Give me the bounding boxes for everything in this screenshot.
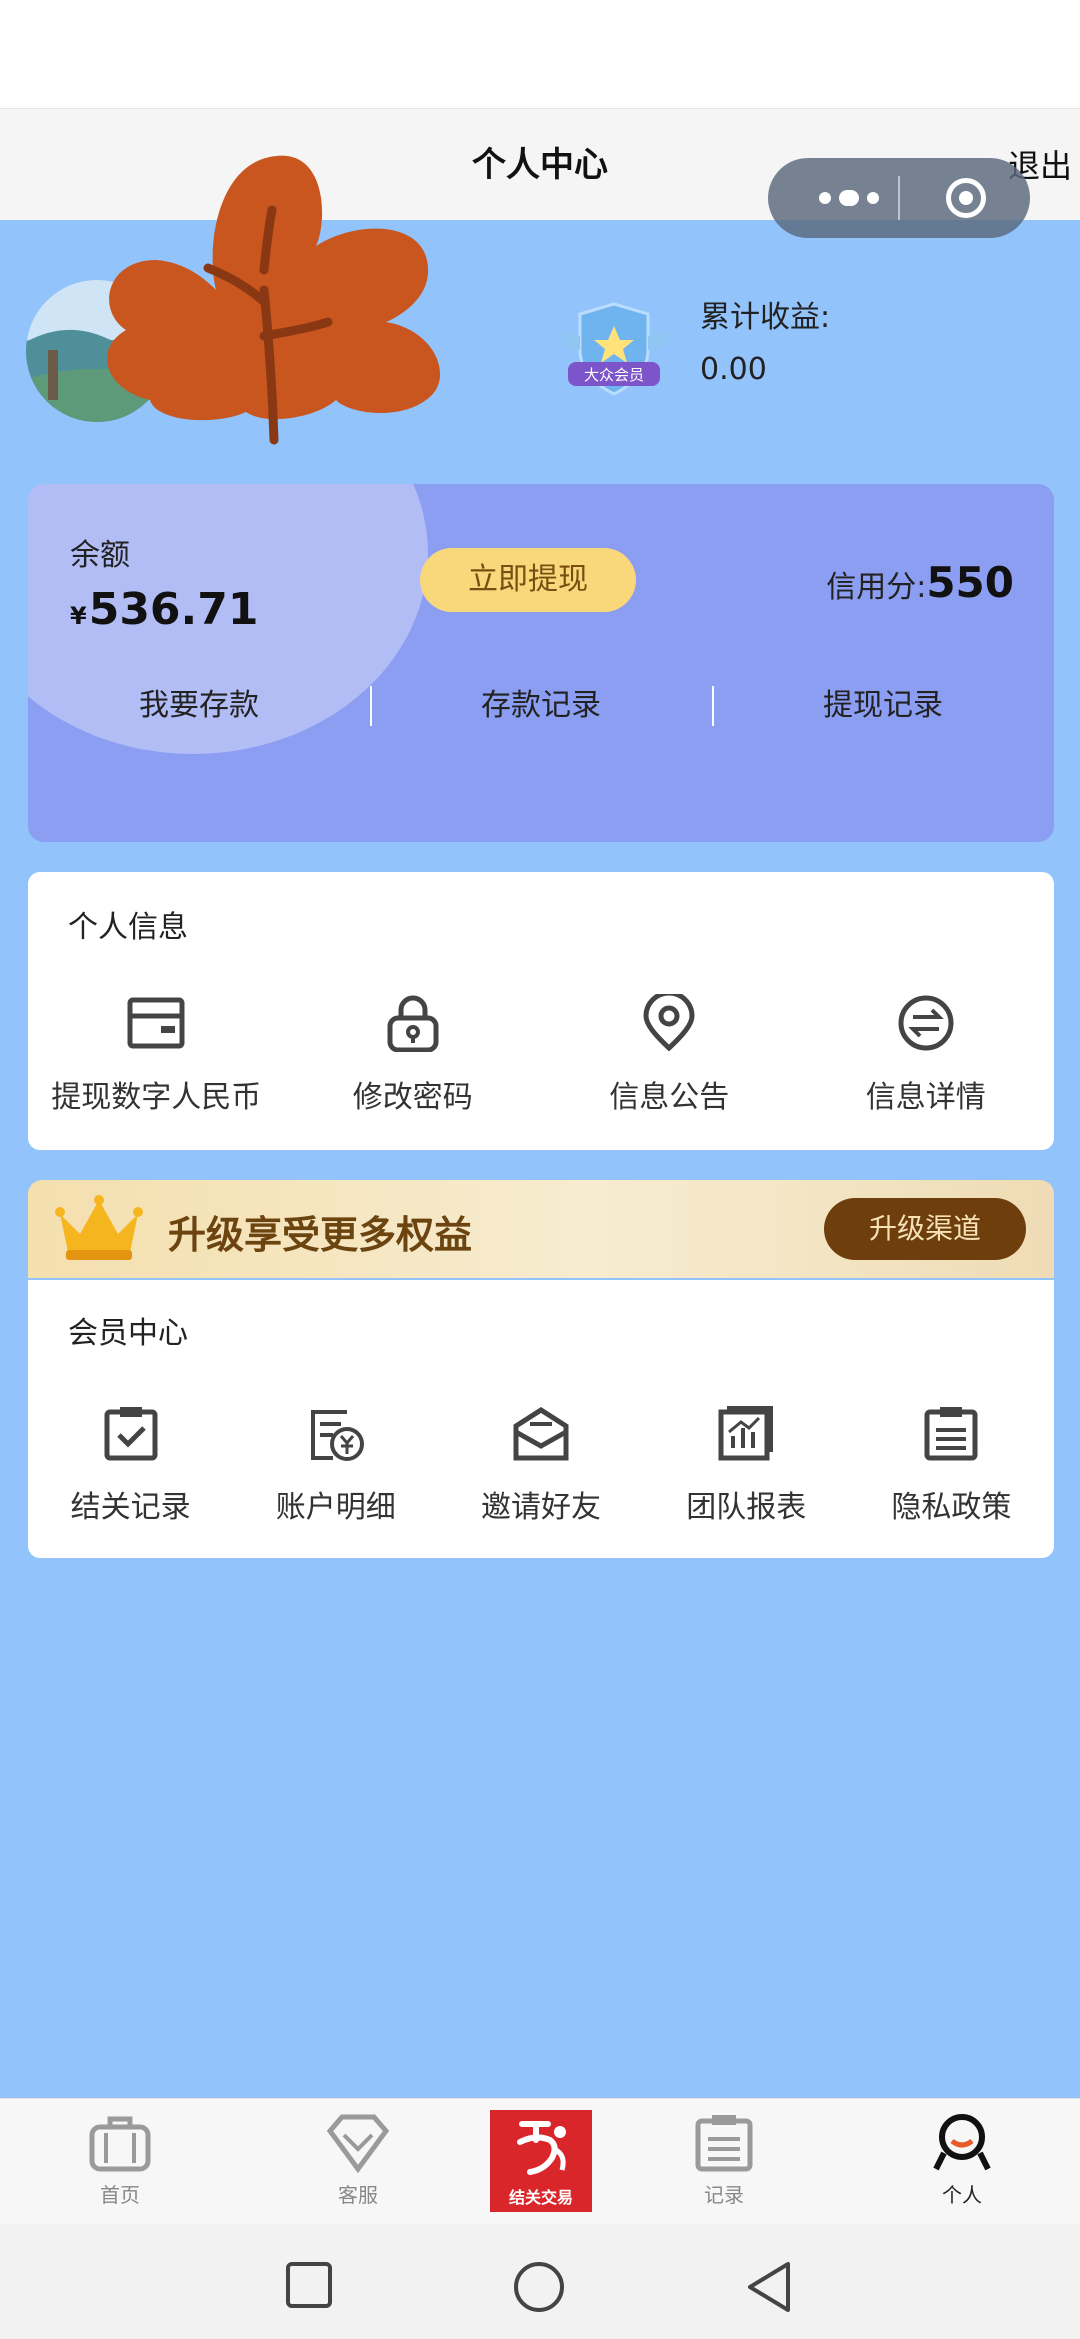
account-details-item[interactable]: 账户明细 (233, 1404, 438, 1526)
item-label: 邀请好友 (481, 1490, 601, 1525)
withdraw-digital-rmb-item[interactable]: 提现数字人民币 (28, 994, 285, 1116)
earnings-value: 0.00 (700, 352, 767, 387)
withdraw-records-button[interactable]: 提现记录 (712, 682, 1054, 730)
info-details-item[interactable]: 信息详情 (798, 994, 1055, 1116)
item-label: 信息详情 (865, 1080, 986, 1115)
balance-card: 余额 ¥536.71 立即提现 信用分:550 我要存款 存款记录 提现记录 (28, 484, 1054, 842)
trade-center-label: 结关交易 (508, 2188, 573, 2207)
clearance-records-item[interactable]: 结关记录 (28, 1404, 233, 1526)
upgrade-banner: 升级享受更多权益 升级渠道 (28, 1180, 1054, 1278)
item-label: 结关记录 (70, 1490, 191, 1525)
status-bar-area (0, 0, 1080, 108)
briefcase-icon (89, 2116, 151, 2172)
bill-yen-icon (310, 1410, 364, 1461)
home-icon[interactable] (512, 2260, 566, 2314)
tab-profile[interactable]: 个人 (892, 2113, 1032, 2208)
crown-icon (55, 1195, 143, 1260)
brand-logo-icon (517, 2121, 566, 2175)
upgrade-text: 升级享受更多权益 (168, 1213, 473, 1257)
personal-info-title: 个人信息 (68, 910, 188, 945)
location-pin-icon (643, 994, 695, 1052)
back-icon[interactable] (744, 2260, 794, 2314)
balance-value: 536.71 (88, 584, 259, 635)
system-nav-bar (0, 2224, 1080, 2339)
leaf-sticker-icon (107, 155, 441, 445)
document-list-icon (924, 1407, 978, 1461)
tab-customer-service[interactable]: 客服 (288, 2113, 428, 2208)
credit-score: 信用分:550 (826, 558, 1014, 607)
capsule-divider (898, 176, 900, 220)
recent-apps-icon[interactable] (284, 2260, 334, 2310)
credit-label: 信用分: (826, 570, 927, 605)
item-label: 账户明细 (275, 1490, 396, 1525)
withdraw-button[interactable]: 立即提现 (420, 548, 636, 612)
balance-actions: 我要存款 存款记录 提现记录 (28, 682, 1054, 730)
more-menu-icon[interactable] (804, 178, 894, 218)
tab-label: 个人 (942, 2183, 982, 2207)
team-report-item[interactable]: 团队报表 (644, 1404, 849, 1526)
clipboard-check-icon (104, 1407, 158, 1461)
bar-chart-icon (718, 1406, 774, 1461)
item-label: 团队报表 (686, 1490, 807, 1525)
announcement-item[interactable]: 信息公告 (541, 994, 798, 1116)
clipboard-icon (695, 2115, 753, 2172)
personal-info-panel: 个人信息 提现数字人民币 修改密码 信息公告 信息详情 (28, 872, 1054, 1150)
balance-label: 余额 (70, 538, 130, 573)
close-miniprogram-icon[interactable] (946, 178, 986, 218)
tab-label: 客服 (338, 2183, 378, 2207)
earnings-label: 累计收益: (700, 300, 831, 335)
lock-icon (387, 995, 439, 1052)
member-center-grid: 结关记录 账户明细 邀请好友 团队报表 隐私政策 (28, 1404, 1054, 1526)
member-badge-icon: 大众会员 (560, 302, 668, 396)
mail-icon (513, 1407, 569, 1461)
member-center-panel: 会员中心 结关记录 账户明细 邀请好友 团队报表 隐私政策 (28, 1280, 1054, 1558)
member-badge-label: 大众会员 (584, 366, 644, 384)
upgrade-channel-button[interactable]: 升级渠道 (824, 1198, 1026, 1260)
item-label: 修改密码 (352, 1080, 473, 1115)
currency-symbol: ¥ (70, 602, 87, 630)
invite-friends-item[interactable]: 邀请好友 (438, 1404, 643, 1526)
diamond-icon (326, 2114, 390, 2173)
balance-amount: ¥536.71 (70, 584, 259, 635)
tab-trade-center[interactable]: 结关交易 (490, 2110, 592, 2212)
tab-label: 记录 (704, 2183, 744, 2207)
person-icon (933, 2114, 991, 2171)
credit-value: 550 (926, 558, 1014, 607)
item-label: 信息公告 (609, 1080, 730, 1115)
member-center-title: 会员中心 (68, 1316, 188, 1351)
item-label: 提现数字人民币 (51, 1080, 262, 1115)
deposit-records-button[interactable]: 存款记录 (370, 682, 712, 730)
privacy-policy-item[interactable]: 隐私政策 (849, 1404, 1054, 1526)
tab-label: 首页 (100, 2183, 140, 2207)
item-label: 隐私政策 (891, 1490, 1012, 1525)
exchange-icon (898, 995, 954, 1051)
deposit-button[interactable]: 我要存款 (28, 682, 370, 730)
tab-records[interactable]: 记录 (654, 2113, 794, 2208)
change-password-item[interactable]: 修改密码 (285, 994, 542, 1116)
personal-info-grid: 提现数字人民币 修改密码 信息公告 信息详情 (28, 994, 1054, 1116)
tab-home[interactable]: 首页 (50, 2113, 190, 2208)
wallet-icon (127, 997, 185, 1049)
mini-program-capsule (768, 158, 1030, 238)
